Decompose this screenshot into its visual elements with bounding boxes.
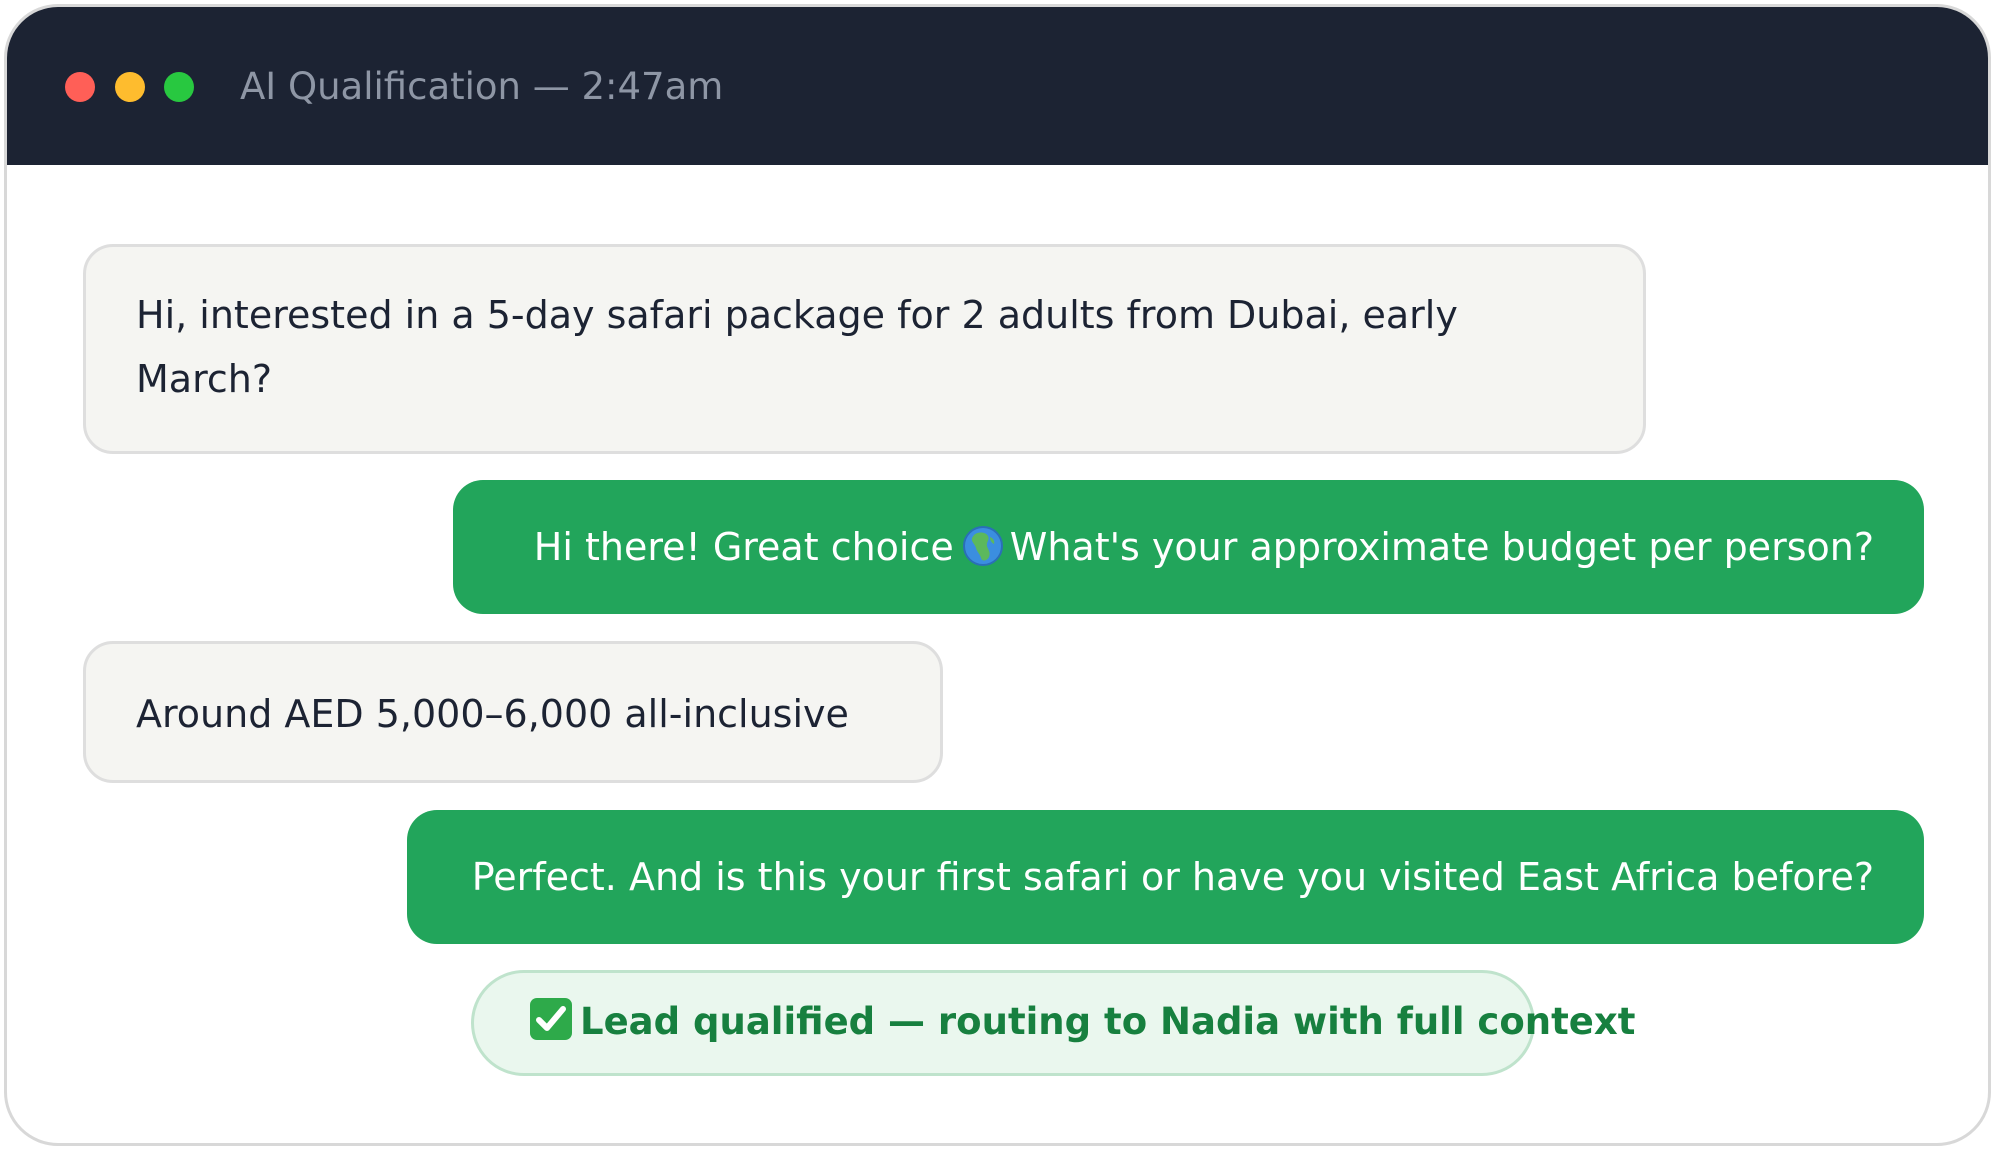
check-mark-button-icon [530, 998, 572, 1040]
window-title: AI Qualification — 2:47am [240, 65, 724, 108]
message-text: What's your approximate budget per perso… [1009, 525, 1874, 569]
message-text: Hi, interested in a 5-day safari package… [136, 293, 1458, 401]
lead-status-badge: Lead qualified — routing to Nadia with f… [471, 970, 1635, 1076]
message-text: Around AED 5,000–6,000 all-inclusive [136, 692, 849, 736]
message-text: Perfect. And is this your first safari o… [471, 855, 1874, 899]
assistant-message: Perfect. And is this your first safari o… [407, 810, 1924, 944]
chat-window: AI Qualification — 2:47am Hi, interested… [4, 4, 1991, 1146]
close-window-button[interactable] [65, 72, 95, 102]
globe-africa-icon [962, 522, 1004, 566]
message-text: Hi there! Great choice [533, 525, 954, 569]
title-bar: AI Qualification — 2:47am [7, 7, 1988, 165]
status-text: Lead qualified — routing to Nadia with f… [580, 1000, 1636, 1043]
user-message: Around AED 5,000–6,000 all-inclusive [83, 641, 943, 783]
assistant-message: Hi there! Great choice What's your approx… [453, 480, 1924, 614]
user-message: Hi, interested in a 5-day safari package… [83, 244, 1646, 454]
maximize-window-button[interactable] [164, 72, 194, 102]
minimize-window-button[interactable] [115, 72, 145, 102]
